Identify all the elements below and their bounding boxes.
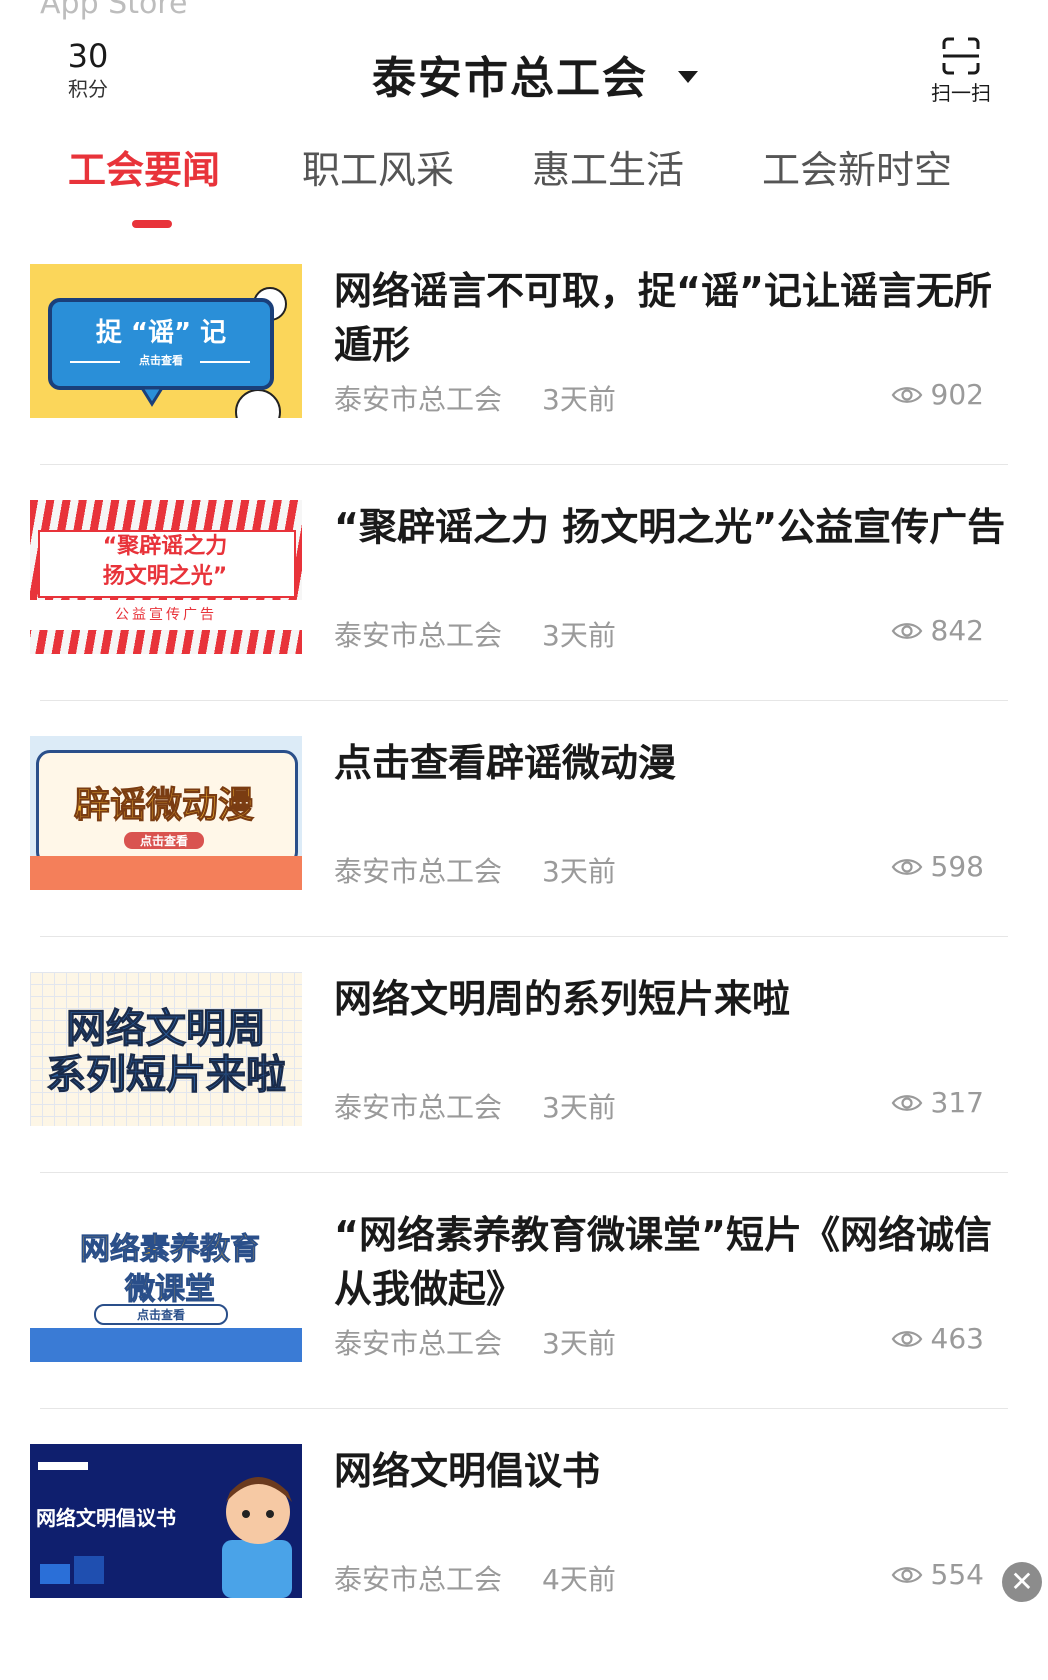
view-count: 317: [891, 1086, 984, 1119]
article-source: 泰安市总工会: [334, 1091, 503, 1124]
category-tabs: 工会要闻 职工风采 惠工生活 工会新时空: [0, 140, 1048, 230]
view-count-value: 902: [930, 378, 984, 411]
thumbnail-caption: 网络素养教育: [80, 1232, 261, 1268]
cartoon-boy-illustration: [40, 1477, 292, 1598]
article-title[interactable]: 网络文明倡议书: [334, 1444, 1024, 1498]
thumbnail-subcaption: 点击查看: [94, 1304, 228, 1325]
article-time: 3天前: [542, 383, 616, 416]
scan-icon: [942, 37, 980, 75]
article-source: 泰安市总工会: [334, 1327, 503, 1360]
view-count-value: 554: [930, 1558, 984, 1591]
divider: [40, 1408, 1008, 1409]
thumbnail-subcaption: 点击查看: [139, 354, 183, 367]
list-item[interactable]: 网络文明倡议书 网络文明倡议书 泰安市总工会 4天前 554: [0, 1444, 1048, 1680]
article-thumbnail: 辟谣微动漫 点击查看: [30, 736, 302, 890]
tab-union-new-era[interactable]: 工会新时空: [762, 140, 952, 200]
divider: [40, 936, 1008, 937]
article-thumbnail: 网络文明周 系列短片来啦: [30, 972, 302, 1126]
thumbnail-band: [30, 1328, 302, 1362]
article-time: 3天前: [542, 855, 616, 888]
page-title: 泰安市总工会: [372, 53, 648, 104]
article-thumbnail: 网络素养教育 微课堂 点击查看: [30, 1208, 302, 1362]
article-source: 泰安市总工会: [334, 619, 503, 652]
article-thumbnail: “聚辟谣之力 扬文明之光” 公益宣传广告: [30, 500, 302, 654]
list-item[interactable]: 辟谣微动漫 点击查看 点击查看辟谣微动漫 泰安市总工会 3天前 598: [0, 736, 1048, 972]
list-item[interactable]: 捉 “谣” 记 点击查看 网络谣言不可取，捉“谣”记让谣言无所遁形 泰安市总工会…: [0, 264, 1048, 500]
eye-icon: [891, 1094, 922, 1111]
article-source: 泰安市总工会: [334, 1563, 503, 1596]
article-title[interactable]: “网络素养教育微课堂”短片《网络诚信从我做起》: [334, 1208, 1024, 1316]
article-time: 4天前: [542, 1563, 616, 1596]
view-count: 842: [891, 614, 984, 647]
back-to-app-label[interactable]: App Store: [40, 0, 187, 21]
eye-icon: [891, 622, 922, 639]
eye-icon: [891, 858, 922, 875]
eye-icon: [891, 1330, 922, 1347]
eye-icon: [891, 1566, 922, 1583]
article-meta: 泰安市总工会 3天前: [334, 850, 616, 890]
view-count-value: 463: [930, 1322, 984, 1355]
article-title[interactable]: 网络文明周的系列短片来啦: [334, 972, 1024, 1026]
divider: [40, 700, 1008, 701]
article-time: 3天前: [542, 1327, 616, 1360]
view-count: 463: [891, 1322, 984, 1355]
points-label: 积分: [68, 77, 108, 101]
view-count-value: 598: [930, 850, 984, 883]
divider: [40, 1172, 1008, 1173]
view-count: 554: [891, 1558, 984, 1591]
article-title[interactable]: “聚辟谣之力 扬文明之光”公益宣传广告: [334, 500, 1024, 554]
article-source: 泰安市总工会: [334, 383, 503, 416]
article-thumbnail: 网络文明倡议书: [30, 1444, 302, 1598]
list-item[interactable]: 网络文明周 系列短片来啦 网络文明周的系列短片来啦 泰安市总工会 3天前 317: [0, 972, 1048, 1208]
points-widget[interactable]: 30 积分: [58, 36, 118, 102]
article-thumbnail: 捉 “谣” 记 点击查看: [30, 264, 302, 418]
thumbnail-caption-2: 微课堂: [125, 1272, 216, 1308]
view-count: 598: [891, 850, 984, 883]
points-value: 30: [67, 37, 109, 75]
article-time: 3天前: [542, 1091, 616, 1124]
status-bar: App Store: [0, 0, 1048, 40]
tab-worker-life[interactable]: 惠工生活: [532, 140, 684, 200]
view-count-value: 842: [930, 614, 984, 647]
close-float-button[interactable]: ✕: [1002, 1562, 1042, 1602]
article-meta: 泰安市总工会 3天前: [334, 614, 616, 654]
thumbnail-caption-2: 系列短片来啦: [46, 1052, 287, 1099]
tab-worker-style[interactable]: 职工风采: [302, 140, 454, 200]
list-item[interactable]: 网络素养教育 微课堂 点击查看 “网络素养教育微课堂”短片《网络诚信从我做起》 …: [0, 1208, 1048, 1444]
header: 30 积分 泰安市总工会 扫一扫: [0, 36, 1048, 126]
tab-union-news[interactable]: 工会要闻: [68, 140, 220, 200]
thumbnail-caption: 捉 “谣” 记: [95, 318, 227, 348]
article-source: 泰安市总工会: [334, 855, 503, 888]
scan-button[interactable]: 扫一扫: [926, 36, 996, 106]
divider: [40, 464, 1008, 465]
view-count-value: 317: [930, 1086, 984, 1119]
org-selector[interactable]: 泰安市总工会: [372, 44, 698, 104]
thumbnail-caption-2: 扬文明之光”: [102, 564, 228, 589]
thumbnail-subcaption: 点击查看: [124, 832, 204, 849]
caret-down-icon: [678, 71, 698, 83]
article-title[interactable]: 点击查看辟谣微动漫: [334, 736, 1024, 790]
active-tab-indicator: [132, 220, 172, 228]
scan-label: 扫一扫: [931, 81, 991, 105]
article-meta: 泰安市总工会 3天前: [334, 1322, 616, 1362]
eye-icon: [891, 386, 922, 403]
article-meta: 泰安市总工会 4天前: [334, 1558, 616, 1598]
thumbnail-subcaption: 公益宣传广告: [115, 607, 217, 623]
thumbnail-caption: “聚辟谣之力: [102, 534, 228, 559]
view-count: 902: [891, 378, 984, 411]
thumbnail-caption: 网络文明周: [66, 1006, 267, 1053]
article-time: 3天前: [542, 619, 616, 652]
thumbnail-band: [30, 856, 302, 890]
list-item[interactable]: “聚辟谣之力 扬文明之光” 公益宣传广告 “聚辟谣之力 扬文明之光”公益宣传广告…: [0, 500, 1048, 736]
article-meta: 泰安市总工会 3天前: [334, 378, 616, 418]
thumbnail-caption: 辟谣微动漫: [73, 785, 254, 827]
close-icon: ✕: [1010, 1565, 1034, 1598]
article-meta: 泰安市总工会 3天前: [334, 1086, 616, 1126]
article-title[interactable]: 网络谣言不可取，捉“谣”记让谣言无所遁形: [334, 264, 1024, 372]
article-list: 捉 “谣” 记 点击查看 网络谣言不可取，捉“谣”记让谣言无所遁形 泰安市总工会…: [0, 264, 1048, 1680]
